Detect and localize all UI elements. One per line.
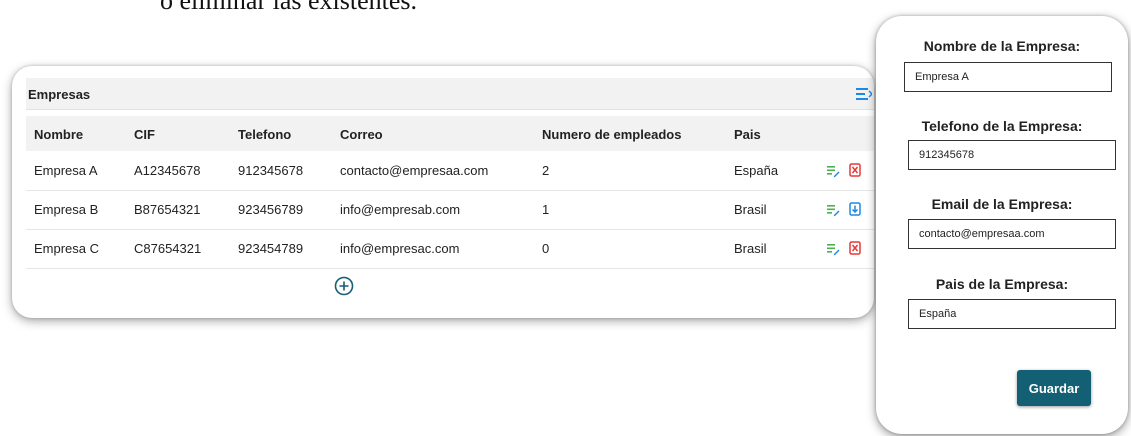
cell-correo: info@empresac.com [340,241,460,256]
cell-pais: Brasil [734,202,767,217]
nombre-label: Nombre de la Empresa: [923,38,1081,54]
column-header-telefono[interactable]: Telefono [238,127,291,142]
delete-icon[interactable] [848,202,862,216]
cell-telefono: 912345678 [238,163,304,178]
telefono-input[interactable] [908,140,1116,170]
row-divider [26,190,874,191]
delete-icon[interactable] [848,241,862,255]
email-input[interactable] [908,219,1116,249]
delete-icon[interactable] [848,163,862,177]
empresas-card: Empresas Nombre CIF Telefono Correo Nume… [12,66,874,318]
edit-icon[interactable] [826,164,840,178]
column-header-empleados[interactable]: Numero de empleados [542,127,681,142]
card-title: Empresas [28,87,91,102]
column-header-pais[interactable]: Pais [734,127,761,142]
column-header-nombre[interactable]: Nombre [34,127,83,142]
cell-nombre: Empresa B [34,202,99,217]
menu-icon[interactable] [856,88,872,100]
email-label: Email de la Empresa: [931,196,1073,212]
cell-pais: Brasil [734,241,767,256]
cell-nombre: Empresa C [34,241,100,256]
cell-empleados: 0 [542,241,550,256]
cell-empleados: 2 [542,163,550,178]
cell-empleados: 1 [542,202,550,217]
guardar-button[interactable]: Guardar [1017,370,1091,406]
cell-cif: B87654321 [134,202,201,217]
cell-telefono: 923454789 [238,241,304,256]
add-circle-icon[interactable] [334,276,354,296]
document-text: ó eliminar las existentes. [160,0,418,15]
edit-icon[interactable] [826,203,840,217]
telefono-label: Telefono de la Empresa: [921,118,1083,134]
nombre-input[interactable] [904,62,1112,92]
cell-nombre: Empresa A [34,163,98,178]
cell-cif: C87654321 [134,241,202,256]
row-divider [26,268,874,269]
card-header: Empresas [26,78,874,110]
column-header-cif[interactable]: CIF [134,127,155,142]
row-divider [26,229,874,230]
cell-correo: info@empresab.com [340,202,461,217]
cell-pais: España [734,163,779,178]
pais-input[interactable] [908,299,1116,329]
pais-label: Pais de la Empresa: [935,276,1069,292]
edit-icon[interactable] [826,242,840,256]
column-header-correo[interactable]: Correo [340,127,383,142]
cell-correo: contacto@empresaa.com [340,163,489,178]
cell-telefono: 923456789 [238,202,304,217]
cell-cif: A12345678 [134,163,201,178]
